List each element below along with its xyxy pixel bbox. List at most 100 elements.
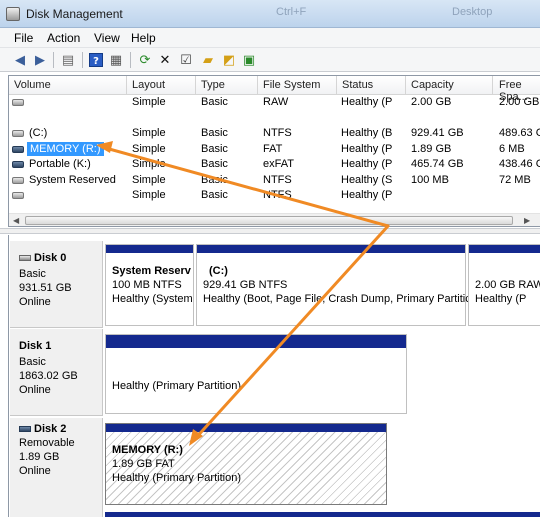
open-folder-icon[interactable]: ▰	[200, 52, 216, 68]
scroll-right-icon[interactable]: ▶	[524, 216, 530, 225]
partition-info: 1.89 GB FAT	[112, 458, 175, 470]
usb-drive-icon	[12, 161, 24, 168]
background-window-text: Ctrl+F	[276, 6, 307, 18]
menu-bar: File Action View Help	[0, 28, 540, 48]
partition-system-reserved[interactable]: System Reserv 100 MB NTFS Healthy (Syste…	[105, 244, 194, 326]
help-icon[interactable]: ?	[88, 52, 104, 68]
volume-capacity: 465.74 GB	[411, 158, 464, 170]
explore-icon[interactable]: ◩	[221, 52, 237, 68]
disk-view: Disk 0 Basic 931.51 GB Online System Res…	[8, 235, 540, 517]
table-row[interactable]: Simple Basic NTFS Healthy (P	[9, 188, 540, 204]
disk-size: 1.89 GB	[19, 451, 60, 463]
volume-free-space: 2.00 GB	[499, 96, 540, 108]
table-row[interactable]: Simple Basic RAW Healthy (P 2.00 GB 2.00…	[9, 95, 540, 111]
window-title: Disk Management	[26, 7, 123, 21]
volume-capacity: 100 MB	[411, 173, 449, 186]
volume-type: Basic	[201, 189, 228, 201]
volume-file-system: exFAT	[263, 158, 294, 170]
menu-view[interactable]: View	[94, 31, 120, 45]
back-arrow-icon[interactable]: ◀	[12, 52, 28, 68]
table-row[interactable]: (C:) Simple Basic NTFS Healthy (B 929.41…	[9, 126, 540, 142]
scroll-left-icon[interactable]: ◀	[13, 216, 19, 225]
volume-free-space: 489.63 GB	[499, 127, 540, 139]
checklist-icon[interactable]: ☑	[178, 52, 194, 68]
volume-type: Basic	[201, 142, 228, 155]
disk-2-label[interactable]: Disk 2 Removable 1.89 GB Online	[10, 418, 103, 517]
volume-status: Healthy (B	[341, 127, 393, 139]
volume-capacity: 1.89 GB	[411, 142, 452, 155]
volume-file-system: NTFS	[263, 127, 292, 139]
svg-text:?: ?	[93, 56, 99, 67]
column-header-file-system[interactable]: File System	[263, 79, 320, 91]
partition-name: MEMORY (R:)	[112, 444, 183, 456]
removable-disk-icon	[19, 426, 31, 432]
pane-splitter[interactable]	[0, 228, 540, 234]
disk-type: Removable	[19, 437, 75, 449]
menu-action[interactable]: Action	[47, 31, 80, 45]
drive-icon	[12, 192, 24, 199]
scrollbar-thumb[interactable]	[25, 216, 513, 225]
usb-drive-icon	[12, 145, 24, 153]
disk-0-label[interactable]: Disk 0 Basic 931.51 GB Online	[10, 241, 103, 328]
volume-type: Basic	[201, 96, 228, 108]
volume-layout: Simple	[132, 189, 166, 201]
hard-disk-icon	[19, 255, 31, 261]
partition-name: System Reserv	[112, 265, 191, 277]
partition-c-drive[interactable]: (C:) 929.41 GB NTFS Healthy (Boot, Page …	[196, 244, 471, 326]
table-row-selected[interactable]: MEMORY (R:) Simple Basic FAT Healthy (P …	[9, 141, 540, 158]
menu-file[interactable]: File	[14, 31, 33, 45]
forward-arrow-icon[interactable]: ▶	[32, 52, 48, 68]
delete-icon[interactable]: ✕	[157, 52, 173, 68]
volume-status: Healthy (P	[341, 96, 393, 108]
partition-status: Healthy (Boot, Page File, Crash Dump, Pr…	[203, 293, 471, 305]
volume-list-header: Volume Layout Type File System Status Ca…	[9, 76, 540, 103]
volume-file-system: NTFS	[263, 173, 292, 186]
volume-list: Volume Layout Type File System Status Ca…	[8, 75, 540, 227]
drive-icon	[12, 176, 24, 184]
volume-free-space: 6 MB	[499, 142, 525, 155]
column-header-status[interactable]: Status	[342, 79, 373, 91]
disk-state: Online	[19, 384, 51, 396]
disk-1-label[interactable]: Disk 1 Basic 1863.02 GB Online	[10, 329, 103, 416]
volume-layout: Simple	[132, 158, 166, 170]
disk-name: Disk 0	[34, 252, 67, 264]
partition-disk1-primary[interactable]: Healthy (Primary Partition)	[105, 334, 407, 414]
partition-status: Healthy (P	[475, 293, 527, 305]
title-bar: Disk Management Ctrl+F Desktop	[0, 0, 540, 28]
column-header-capacity[interactable]: Capacity	[411, 79, 454, 91]
partition-raw[interactable]: 2.00 GB RAW Healthy (P	[468, 244, 540, 326]
volume-layout: Simple	[132, 96, 166, 108]
column-header-volume[interactable]: Volume	[14, 79, 51, 91]
table-row[interactable]	[9, 111, 540, 127]
partition-info: 2.00 GB RAW	[475, 279, 540, 291]
volume-status: Healthy (P	[341, 142, 393, 155]
partition-status: Healthy (Primary Partition)	[112, 472, 241, 484]
volume-name: Portable (K:)	[29, 158, 91, 170]
column-header-type[interactable]: Type	[201, 79, 225, 91]
table-row[interactable]: System Reserved Simple Basic NTFS Health…	[9, 173, 540, 189]
volume-name: System Reserved	[29, 173, 116, 186]
horizontal-scrollbar[interactable]: ◀ ▶	[9, 213, 540, 226]
volume-status: Healthy (S	[341, 173, 393, 186]
volume-layout: Simple	[132, 127, 166, 139]
disk-type: Basic	[19, 356, 46, 368]
settings-icon[interactable]: ▣	[241, 52, 257, 68]
volume-type: Basic	[201, 127, 228, 139]
partition-memory-r[interactable]: MEMORY (R:) 1.89 GB FAT Healthy (Primary…	[105, 423, 387, 505]
drive-icon	[12, 99, 24, 106]
volume-layout: Simple	[132, 142, 166, 155]
console-tree-icon[interactable]: ▤	[60, 52, 76, 68]
next-disk-bar	[105, 512, 540, 517]
column-header-layout[interactable]: Layout	[132, 79, 165, 91]
volume-name: MEMORY (R:)	[27, 141, 104, 156]
table-row[interactable]: Portable (K:) Simple Basic exFAT Healthy…	[9, 157, 540, 173]
disk-type: Basic	[19, 268, 46, 280]
disk-management-app-icon	[6, 7, 20, 21]
volume-type: Basic	[201, 158, 228, 170]
disk-name: Disk 1	[19, 340, 52, 352]
volume-capacity: 2.00 GB	[411, 96, 452, 108]
properties-icon[interactable]: ▦	[108, 52, 124, 68]
refresh-icon[interactable]: ⟳	[137, 52, 153, 68]
partition-status: Healthy (Primary Partition)	[112, 380, 241, 392]
menu-help[interactable]: Help	[131, 31, 156, 45]
